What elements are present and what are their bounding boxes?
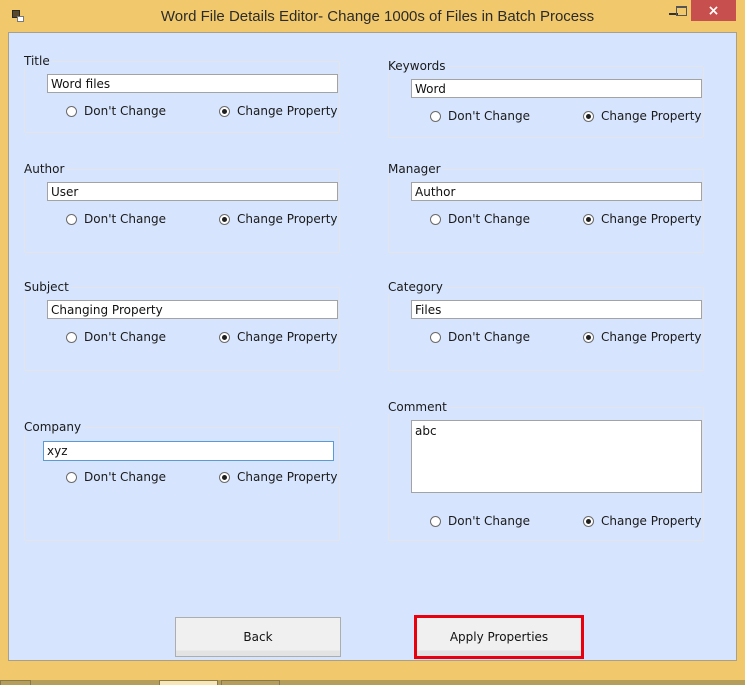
category-label: Category	[386, 280, 445, 294]
radio-selected-icon	[583, 331, 594, 343]
author-change-property-radio[interactable]: Change Property	[219, 212, 338, 226]
subject-label: Subject	[22, 280, 71, 294]
title-change-property-radio[interactable]: Change Property	[219, 104, 338, 118]
radio-icon	[66, 213, 77, 225]
radio-icon	[66, 331, 77, 343]
title-input[interactable]	[47, 74, 338, 93]
radio-selected-icon	[219, 471, 230, 483]
category-input[interactable]	[411, 300, 702, 319]
keywords-group: Keywords	[386, 59, 704, 138]
comment-label: Comment	[386, 400, 449, 414]
author-label: Author	[22, 162, 67, 176]
subject-input[interactable]	[47, 300, 338, 319]
title-dont-change-radio[interactable]: Don't Change	[66, 104, 166, 118]
company-change-property-radio[interactable]: Change Property	[219, 470, 338, 484]
radio-icon	[430, 331, 441, 343]
comment-textarea[interactable]: abc	[411, 420, 702, 493]
manager-label: Manager	[386, 162, 443, 176]
company-label: Company	[22, 420, 84, 434]
radio-icon	[66, 105, 77, 117]
title-group: Title	[22, 54, 340, 133]
title-label: Title	[22, 54, 52, 68]
company-input[interactable]	[43, 441, 334, 461]
category-dont-change-radio[interactable]: Don't Change	[430, 330, 530, 344]
taskbar-item[interactable]	[159, 680, 218, 685]
keywords-label: Keywords	[386, 59, 448, 73]
radio-icon	[430, 213, 441, 225]
radio-selected-icon	[583, 213, 594, 225]
radio-icon	[430, 110, 441, 122]
title-bar: Word File Details Editor- Change 1000s o…	[0, 0, 745, 33]
manager-dont-change-radio[interactable]: Don't Change	[430, 212, 530, 226]
radio-selected-icon	[219, 331, 230, 343]
maximize-icon	[675, 5, 687, 16]
radio-selected-icon	[219, 213, 230, 225]
radio-selected-icon	[219, 105, 230, 117]
radio-icon	[66, 471, 77, 483]
radio-selected-icon	[583, 110, 594, 122]
keywords-change-property-radio[interactable]: Change Property	[583, 109, 702, 123]
window-title: Word File Details Editor- Change 1000s o…	[160, 8, 595, 25]
form-panel: Title Don't Change Change Property Autho…	[8, 32, 737, 661]
taskbar-strip	[0, 680, 745, 685]
subject-dont-change-radio[interactable]: Don't Change	[66, 330, 166, 344]
manager-change-property-radio[interactable]: Change Property	[583, 212, 702, 226]
author-dont-change-radio[interactable]: Don't Change	[66, 212, 166, 226]
manager-input[interactable]	[411, 182, 702, 201]
author-input[interactable]	[47, 182, 338, 201]
back-button[interactable]: Back	[175, 617, 341, 657]
close-button[interactable]: ×	[691, 0, 736, 21]
category-change-property-radio[interactable]: Change Property	[583, 330, 702, 344]
apply-properties-button[interactable]: Apply Properties	[414, 615, 584, 659]
comment-dont-change-radio[interactable]: Don't Change	[430, 514, 530, 528]
comment-change-property-radio[interactable]: Change Property	[583, 514, 702, 528]
radio-icon	[430, 515, 441, 527]
radio-selected-icon	[583, 515, 594, 527]
taskbar-item[interactable]	[0, 680, 31, 685]
keywords-dont-change-radio[interactable]: Don't Change	[430, 109, 530, 123]
taskbar-item[interactable]	[221, 680, 280, 685]
company-dont-change-radio[interactable]: Don't Change	[66, 470, 166, 484]
keywords-input[interactable]	[411, 79, 702, 98]
close-icon: ×	[707, 2, 720, 19]
subject-change-property-radio[interactable]: Change Property	[219, 330, 338, 344]
